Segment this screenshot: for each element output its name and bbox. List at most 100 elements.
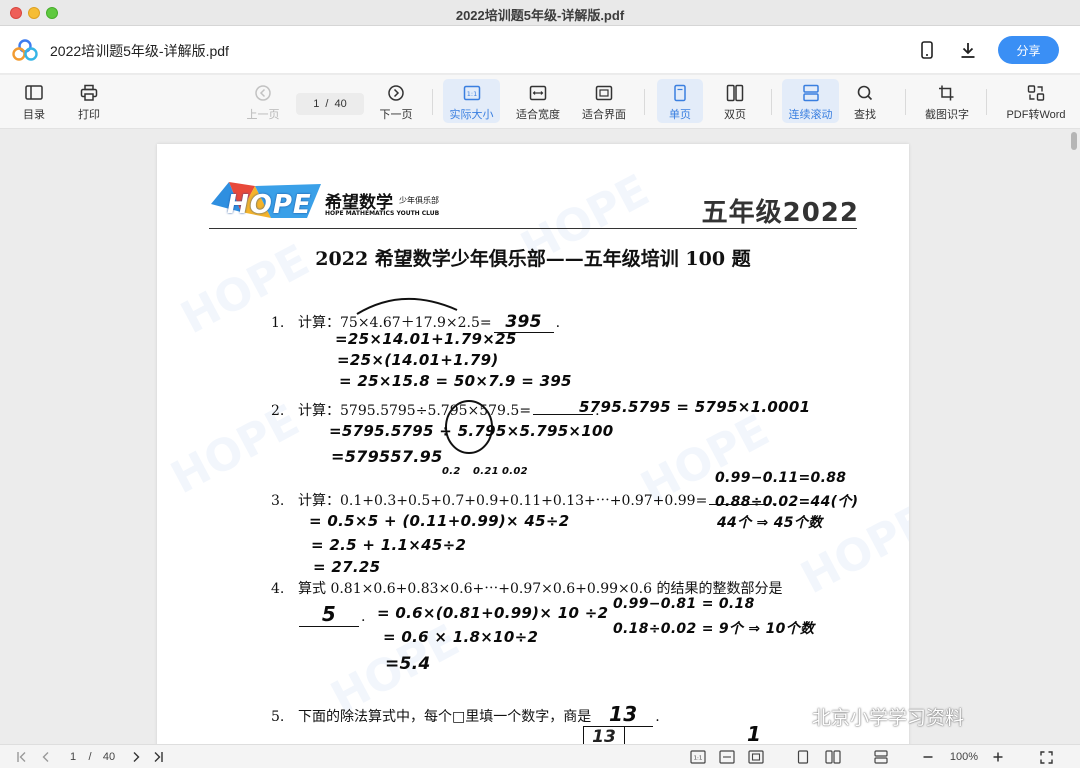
toolbar-divider bbox=[986, 89, 987, 115]
vertical-scrollbar[interactable] bbox=[1068, 130, 1080, 744]
continuous-scroll-button[interactable]: 连续滚动 bbox=[782, 79, 839, 123]
first-page-icon[interactable] bbox=[14, 749, 30, 765]
fit-width-icon bbox=[529, 85, 547, 101]
printer-icon bbox=[80, 84, 98, 101]
single-page-button[interactable]: 单页 bbox=[657, 79, 703, 123]
handwriting-q2-line-1: =5795.5795 ÷ 5.795×5.795×100 bbox=[329, 422, 614, 440]
actual-size-icon: 1:1 bbox=[463, 85, 480, 101]
handwriting-q1-line-1: =25×14.01+1.79×25 bbox=[335, 330, 517, 348]
handwriting-q3-line-1: = 0.5×5 + (0.11+0.99)× 45÷2 bbox=[309, 512, 570, 530]
handwriting-q4-side-2: 0.18÷0.02 = 9个 ⇒ 10个数 bbox=[613, 621, 815, 637]
search-icon bbox=[857, 85, 873, 101]
status-page-separator: / bbox=[88, 751, 92, 763]
continuous-small-icon[interactable] bbox=[871, 749, 891, 765]
single-page-label: 单页 bbox=[669, 109, 691, 121]
pdf-to-word-label: PDF转Word bbox=[1006, 109, 1066, 121]
actual-size-button[interactable]: 1:1 实际大小 bbox=[443, 79, 500, 123]
print-button[interactable]: 打印 bbox=[69, 79, 109, 123]
handwriting-q2-line-2: =579557.95 bbox=[331, 447, 443, 466]
handwriting-q4-side-1: 0.99−0.81 = 0.18 bbox=[613, 596, 755, 612]
mobile-icon[interactable] bbox=[915, 38, 939, 62]
question-3: 3. 计算：0.1+0.3+0.5+0.7+0.9+0.11+0.13+⋯+0.9… bbox=[271, 493, 776, 509]
single-page-small-icon[interactable] bbox=[793, 749, 813, 765]
ocr-label: 截图识字 bbox=[925, 109, 969, 121]
chevron-left-circle-icon bbox=[255, 85, 271, 101]
actual-size-label: 实际大小 bbox=[449, 109, 494, 121]
handwritten-arc bbox=[356, 297, 458, 315]
status-bar: 1 / 40 1:1 100% bbox=[0, 744, 1080, 768]
fit-width-button[interactable]: 适合宽度 bbox=[512, 79, 564, 123]
handwriting-q4-line-3: =5.4 bbox=[385, 654, 431, 674]
next-page-button[interactable]: 下一页 bbox=[374, 79, 418, 123]
channel-watermark: 北京小学学习资料 bbox=[782, 703, 964, 730]
page-number-input[interactable]: 1 / 40 bbox=[296, 93, 364, 115]
zoom-in-icon[interactable] bbox=[989, 749, 1007, 765]
scrollbar-thumb[interactable] bbox=[1071, 132, 1077, 150]
share-button[interactable]: 分享 bbox=[998, 36, 1059, 64]
question-4: 4. 算式 0.81×0.6+0.83×0.6+⋯+0.97×0.6+0.99×0… bbox=[271, 581, 783, 597]
fit-page-label: 适合界面 bbox=[582, 109, 626, 121]
zoom-out-icon[interactable] bbox=[919, 749, 937, 765]
double-page-small-icon[interactable] bbox=[822, 749, 844, 765]
handwriting-q3-top-1: 0.2 bbox=[442, 466, 461, 477]
fit-width-label: 适合宽度 bbox=[516, 109, 560, 121]
document-title: 2022 希望数学少年俱乐部——五年级培训 100 题 bbox=[315, 248, 751, 270]
handwriting-q3-top-2: 0.21 bbox=[473, 466, 499, 477]
handwriting-q3-side-3: 44个 ⇒ 45个数 bbox=[717, 515, 823, 531]
answer-4: 5 bbox=[299, 602, 359, 627]
handwriting-q4-line-2: = 0.6 × 1.8×10÷2 bbox=[383, 628, 539, 646]
fit-page-icon bbox=[595, 85, 613, 101]
wechat-icon bbox=[782, 707, 806, 726]
document-header: 2022培训题5年级-详解版.pdf 分享 bbox=[0, 26, 1080, 74]
current-page: 1 bbox=[313, 98, 320, 110]
print-label: 打印 bbox=[78, 109, 100, 121]
actual-size-small-icon[interactable]: 1:1 bbox=[688, 749, 708, 765]
pdf-page: HOPE HOPE HOPE HOPE HOPE HOPE HOPE 希望数学 … bbox=[157, 144, 909, 744]
ocr-button[interactable]: 截图识字 bbox=[918, 79, 976, 123]
file-name: 2022培训题5年级-详解版.pdf bbox=[50, 43, 229, 59]
zoom-level[interactable]: 100% bbox=[944, 749, 984, 765]
last-page-icon[interactable] bbox=[150, 749, 166, 765]
fit-page-button[interactable]: 适合界面 bbox=[578, 79, 630, 123]
next-page-icon[interactable] bbox=[128, 749, 144, 765]
answer-5: 13 bbox=[593, 702, 654, 727]
handwriting-q3-line-3: = 27.25 bbox=[313, 558, 381, 576]
fullscreen-icon[interactable] bbox=[1037, 749, 1055, 765]
convert-icon bbox=[1027, 85, 1045, 101]
grade-heading: 五年级2022 bbox=[701, 198, 859, 228]
handwriting-q3-side-2: 0.88÷0.02=44(个) bbox=[715, 494, 859, 510]
handwriting-q1-line-3: = 25×15.8 = 50×7.9 = 395 bbox=[339, 372, 572, 390]
page-separator: / bbox=[325, 98, 329, 110]
prev-page-icon[interactable] bbox=[38, 749, 54, 765]
watermark-text: 北京小学学习资料 bbox=[812, 707, 965, 729]
pdf-to-word-button[interactable]: PDF转Word bbox=[1000, 79, 1072, 123]
status-current-page[interactable]: 1 bbox=[64, 749, 82, 765]
header-rule bbox=[209, 228, 857, 229]
brand-sub: 少年俱乐部 bbox=[399, 196, 439, 205]
single-page-icon bbox=[674, 84, 686, 102]
handwriting-q2-side: 5795.5795 = 5795×1.0001 bbox=[579, 398, 811, 416]
fit-page-small-icon[interactable] bbox=[746, 749, 766, 765]
sidebar-icon bbox=[25, 85, 43, 100]
find-button[interactable]: 查找 bbox=[846, 79, 884, 123]
continuous-scroll-label: 连续滚动 bbox=[788, 109, 833, 121]
prev-page-button[interactable]: 上一页 bbox=[240, 79, 286, 123]
prev-page-label: 上一页 bbox=[246, 109, 280, 121]
fit-width-small-icon[interactable] bbox=[717, 749, 737, 765]
toc-button[interactable]: 目录 bbox=[14, 79, 54, 123]
toolbar-divider bbox=[432, 89, 433, 115]
double-page-label: 双页 bbox=[724, 109, 746, 121]
document-viewer[interactable]: HOPE HOPE HOPE HOPE HOPE HOPE HOPE 希望数学 … bbox=[0, 130, 1080, 744]
hope-logo: HOPE 希望数学 少年俱乐部 HOPE MATHEMATICS YOUTH C… bbox=[211, 178, 441, 224]
brand-text: HOPE bbox=[227, 190, 312, 220]
window-titlebar: 2022培训题5年级-详解版.pdf bbox=[0, 0, 1080, 26]
total-pages: 40 bbox=[334, 98, 347, 110]
handwriting-q1-line-2: =25×(14.01+1.79) bbox=[337, 351, 499, 369]
double-page-button[interactable]: 双页 bbox=[713, 79, 757, 123]
double-page-icon bbox=[726, 84, 744, 102]
question-4-answer-line: 5. bbox=[297, 602, 365, 627]
toolbar-divider bbox=[771, 89, 772, 115]
question-2: 2. 计算：5795.5795÷5.795×579.5=. bbox=[271, 403, 600, 419]
download-icon[interactable] bbox=[956, 38, 980, 62]
status-total-pages: 40 bbox=[102, 751, 116, 763]
